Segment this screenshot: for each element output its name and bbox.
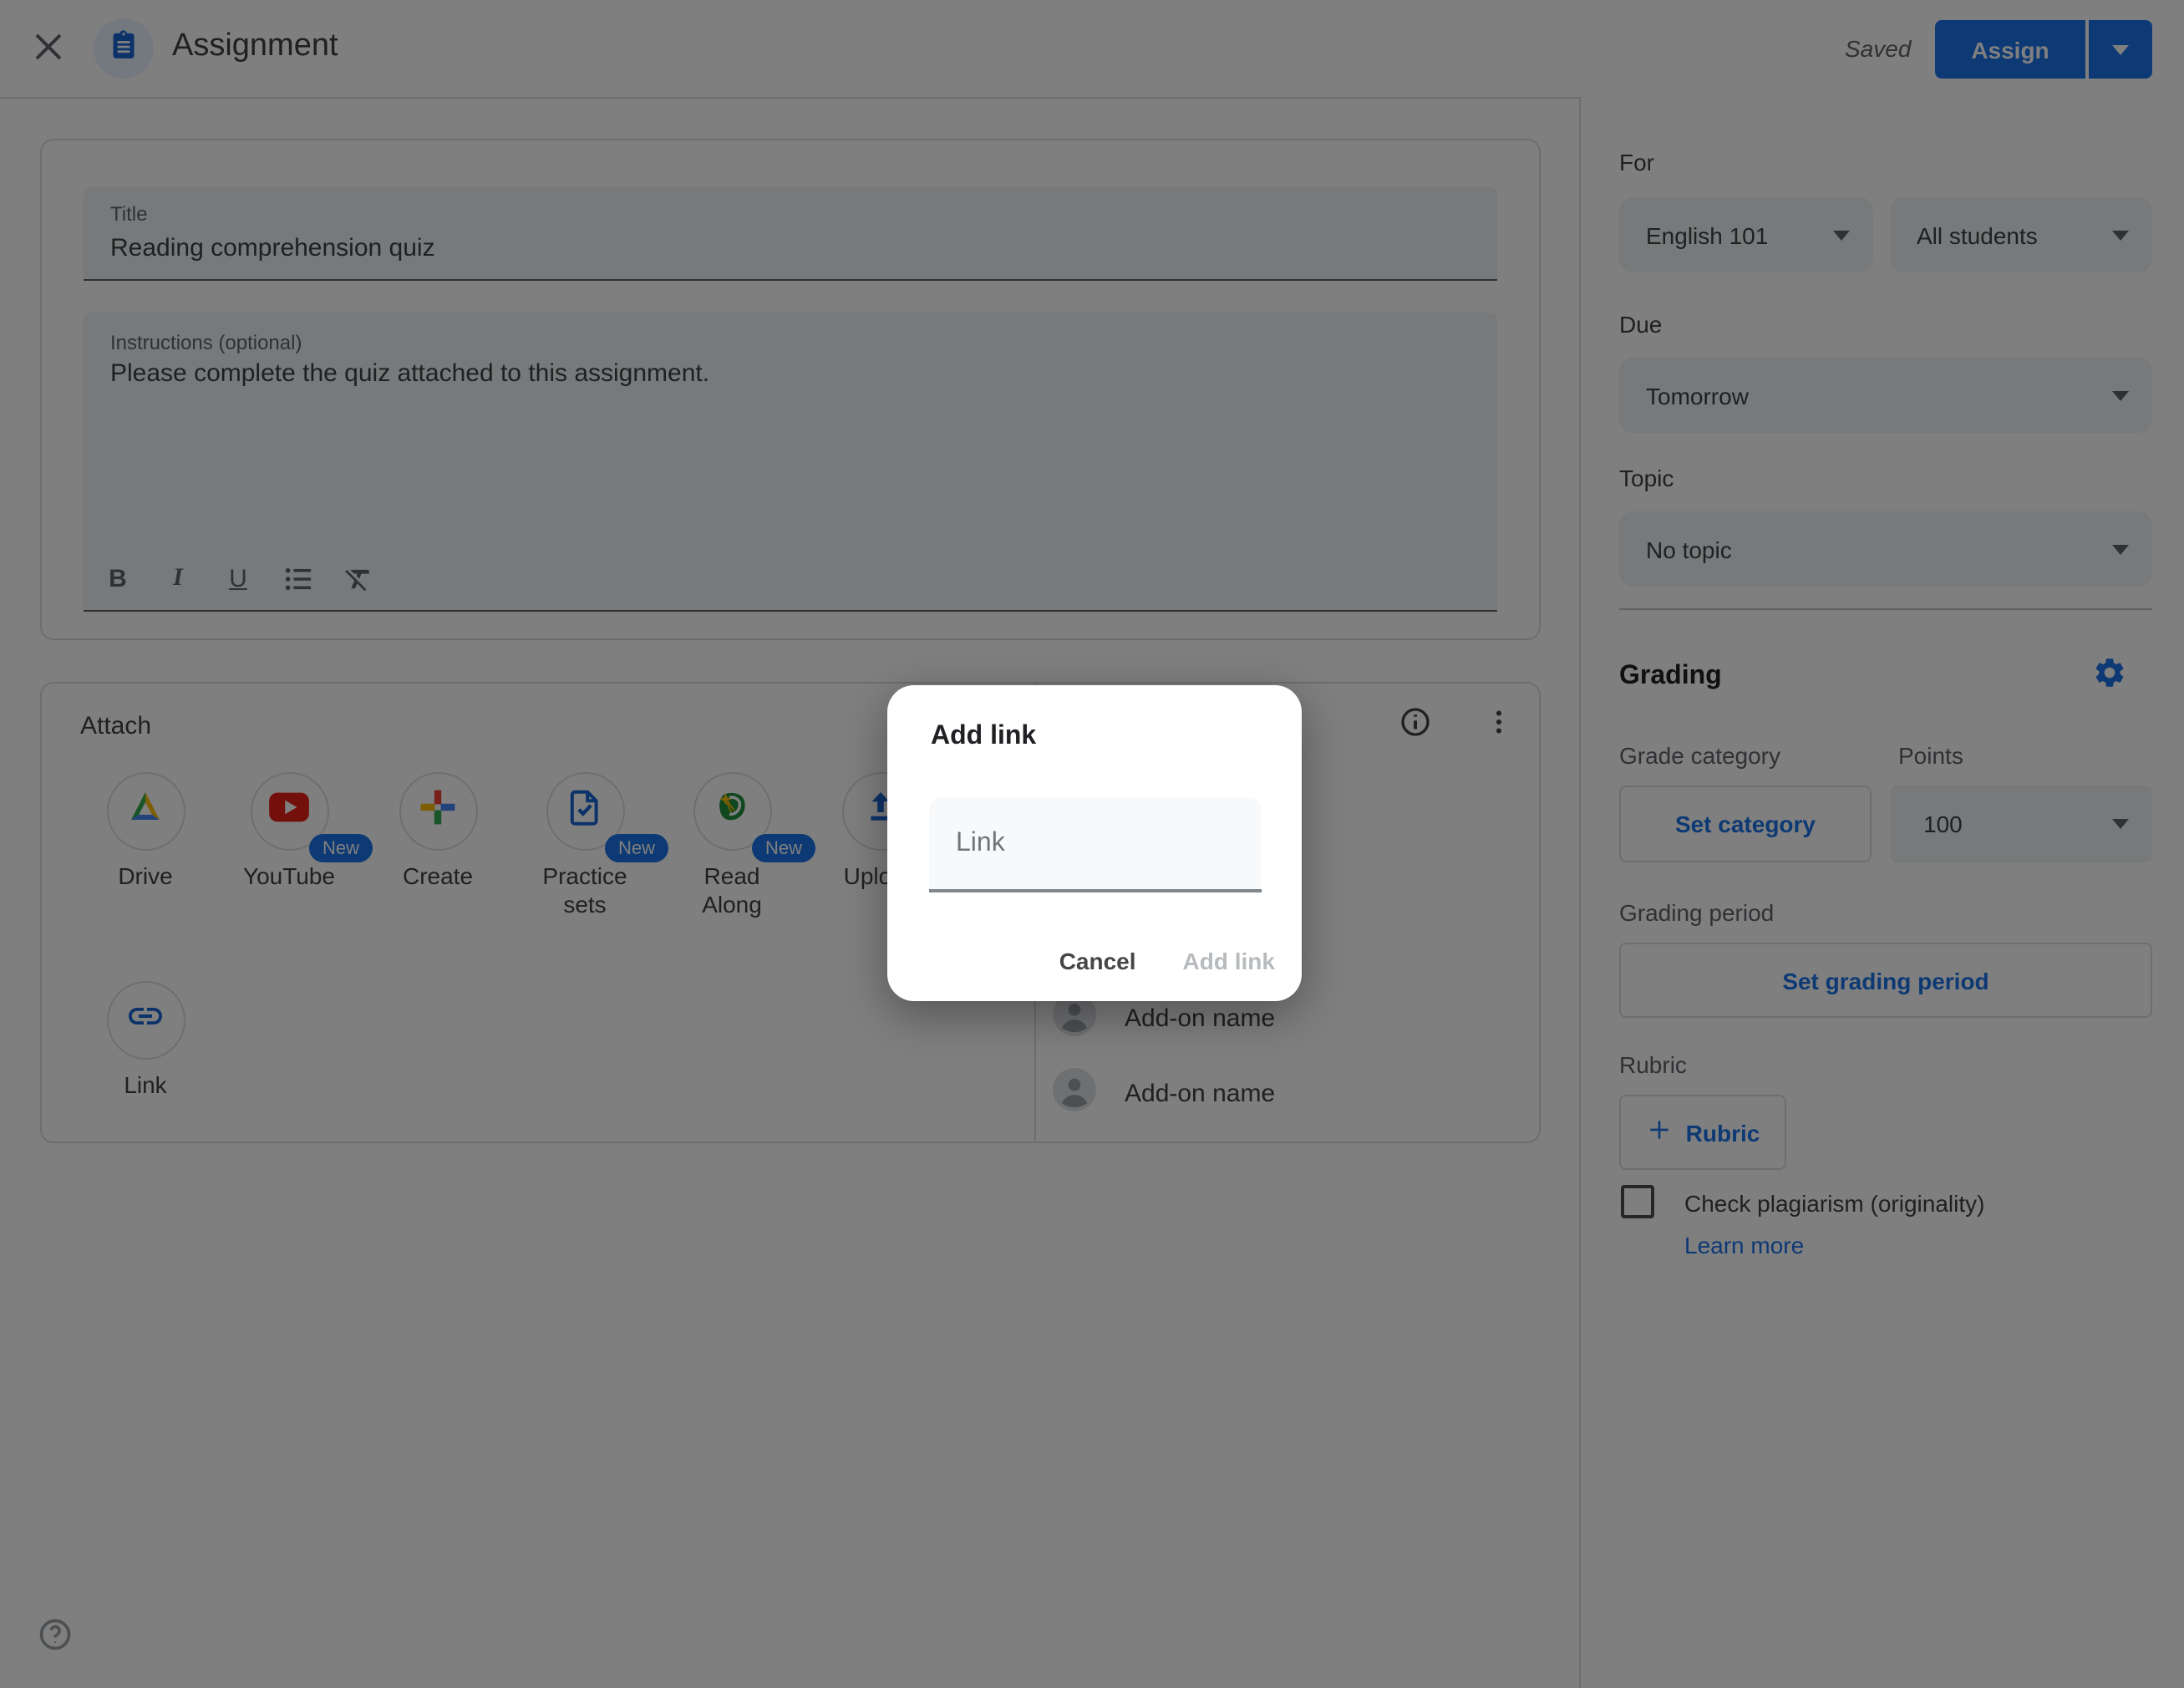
cancel-button[interactable]: Cancel [1059,948,1136,974]
add-link-confirm-button[interactable]: Add link [1183,948,1275,974]
dialog-actions: Cancel Add link [1059,948,1275,974]
add-link-dialog: Add link Cancel Add link [887,685,1302,1001]
screenshot-viewport: Assignment Saved Assign Title Reading co… [0,0,2184,1688]
classroom-assignment-page: Assignment Saved Assign Title Reading co… [0,0,2184,1688]
link-input[interactable] [929,797,1262,889]
dialog-title: Add link [931,722,1037,750]
link-input-field [929,797,1262,892]
